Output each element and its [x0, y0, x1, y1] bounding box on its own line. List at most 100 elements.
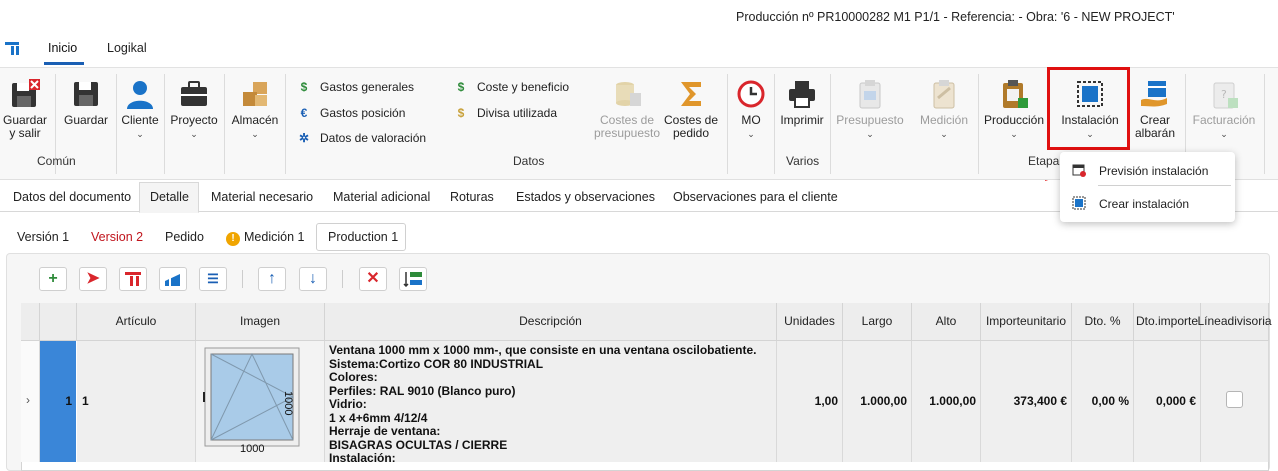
header-unidades[interactable]: Unidades [777, 303, 843, 341]
gastos-posicion-button[interactable]: € Gastos posición [296, 106, 406, 120]
label-line2: presupuesto [593, 126, 661, 140]
header-articulo[interactable]: Artículo [77, 303, 196, 341]
almacen-button[interactable]: Almacén ⌄ [228, 78, 282, 141]
label-line1: Guardar [2, 113, 48, 127]
version-tab-pedido[interactable]: Pedido [165, 230, 204, 244]
label-line2: pedido [672, 126, 710, 140]
guardar-y-salir-button[interactable]: Guardar y salir [2, 78, 48, 140]
logikal-button[interactable] [119, 267, 147, 291]
tab-observaciones-cliente[interactable]: Observaciones para el cliente [673, 190, 838, 204]
cell-unidades[interactable]: 1,00 [777, 341, 843, 462]
presupuesto-button[interactable]: Presupuesto ⌄ [834, 78, 906, 141]
move-down-button[interactable]: ↓ [299, 267, 327, 291]
header-pos [40, 303, 77, 341]
version-tab-version-1[interactable]: Versión 1 [17, 230, 69, 244]
tab-inicio[interactable]: Inicio [48, 41, 77, 55]
datos-valoracion-button[interactable]: ✲ Datos de valoración [296, 131, 426, 145]
delivery-hand-icon [1141, 81, 1167, 107]
delete-button[interactable]: ✕ [359, 267, 387, 291]
ribbon-separator [164, 74, 165, 174]
description-line: Vidrio: [329, 397, 367, 411]
cell-dto-importe[interactable]: 0,000 € [1134, 341, 1201, 462]
cell-importe-unitario[interactable]: 373,400 € [981, 341, 1072, 462]
header-alto[interactable]: Alto [912, 303, 981, 341]
boxes-icon [243, 82, 267, 106]
send-button[interactable]: ➤ [79, 267, 107, 291]
sort-icon [403, 272, 422, 288]
linea-divisoria-checkbox[interactable] [1226, 391, 1243, 408]
cell-descripcion[interactable]: Ventana 1000 mm x 1000 mm-, que consiste… [325, 341, 777, 462]
sort-button[interactable] [399, 267, 427, 291]
chevron-down-icon: ⌄ [747, 129, 755, 139]
plus-icon: + [48, 270, 58, 287]
version-tab-production-1[interactable]: Production 1 [328, 230, 398, 244]
ribbon-separator [116, 74, 117, 174]
menu-item-crear-instalacion[interactable]: Crear instalación [1060, 188, 1235, 218]
cell-dto-pct[interactable]: 0,00 % [1072, 341, 1134, 462]
svg-text:?: ? [1221, 88, 1227, 101]
crear-albaran-button[interactable]: Crear albarán [1130, 78, 1180, 140]
clock-icon [737, 80, 765, 108]
cell-articulo[interactable]: 1 [77, 341, 196, 462]
cell-alto[interactable]: 1.000,00 [912, 341, 981, 462]
gastos-generales-button[interactable]: $ Gastos generales [296, 80, 414, 94]
produccion-button[interactable]: Producción ⌄ [982, 78, 1046, 141]
app-logo-icon [5, 42, 19, 55]
header-dto-pct[interactable]: Dto. % [1072, 303, 1134, 341]
paper-plane-icon: ➤ [86, 270, 100, 287]
divisa-utilizada-button[interactable]: $ Divisa utilizada [453, 106, 557, 120]
tab-logikal[interactable]: Logikal [107, 41, 147, 55]
tab-material-adicional[interactable]: Material adicional [333, 190, 430, 204]
row-expander[interactable]: › [21, 341, 40, 462]
tab-roturas[interactable]: Roturas [450, 190, 494, 204]
header-descripcion[interactable]: Descripción [325, 303, 777, 341]
invoice-icon: ? [1213, 82, 1238, 109]
cliente-button[interactable]: Cliente ⌄ [118, 78, 162, 141]
datos-valoracion-label: Datos de valoración [320, 131, 427, 145]
header-imagen[interactable]: Imagen [196, 303, 325, 341]
menu-item-label: Crear instalación [1099, 197, 1190, 211]
label-line2: y salir [9, 126, 41, 140]
version-tab-version-2[interactable]: Version 2 [91, 230, 143, 244]
tab-detalle[interactable]: Detalle [150, 190, 189, 204]
imprimir-button[interactable]: Imprimir [777, 78, 827, 127]
medicion-button[interactable]: Medición ⌄ [914, 78, 974, 141]
label-line1: Crear [1139, 113, 1170, 127]
costes-presupuesto-button[interactable]: Costes de presupuesto [591, 78, 663, 140]
facturacion-button[interactable]: ? Facturación ⌄ [1188, 78, 1260, 141]
instalacion-dropdown-menu: Previsión instalación Crear instalación [1060, 152, 1235, 222]
tab-datos-documento[interactable]: Datos del documento [13, 190, 131, 204]
description-line: Perfiles: RAL 9010 (Blanco puro) [329, 383, 516, 398]
tab-material-necesario[interactable]: Material necesario [211, 190, 313, 204]
label-line2: albarán [1134, 126, 1176, 140]
toolbar-separator [342, 270, 343, 288]
costes-pedido-button[interactable]: Costes de pedido [661, 78, 721, 140]
guardar-button[interactable]: Guardar [62, 78, 110, 127]
header-largo[interactable]: Largo [843, 303, 912, 341]
dimension-height-label: 1000 [282, 391, 294, 416]
profile-button[interactable] [159, 267, 187, 291]
move-up-button[interactable]: ↑ [258, 267, 286, 291]
list-button[interactable]: ☰ [199, 267, 227, 291]
header-linea-divisoria[interactable]: Línea divisoria [1197, 303, 1272, 341]
ribbon-separator [1264, 74, 1265, 174]
chevron-down-icon: ⌄ [940, 129, 948, 139]
ribbon-separator [774, 74, 775, 174]
menu-item-label: Previsión instalación [1099, 164, 1209, 178]
cell-imagen[interactable]: 1000 1000 [196, 341, 325, 462]
table-row-selected-pos[interactable]: 1 [40, 341, 76, 462]
header-dto-importe[interactable]: Dto. importe [1134, 303, 1201, 341]
facturacion-label: Facturación [1192, 113, 1256, 127]
mo-button[interactable]: MO ⌄ [732, 78, 770, 141]
coste-beneficio-button[interactable]: $ Coste y beneficio [453, 80, 569, 94]
tab-estados-observaciones[interactable]: Estados y observaciones [516, 190, 655, 204]
proyecto-button[interactable]: Proyecto ⌄ [168, 78, 220, 141]
menu-item-prevision-instalacion[interactable]: Previsión instalación [1060, 155, 1235, 185]
version-tab-label: Medición 1 [244, 230, 305, 244]
add-line-button[interactable]: + [39, 267, 67, 291]
version-tab-medicion-1[interactable]: ! Medición 1 [226, 230, 304, 246]
chevron-down-icon: ⌄ [1220, 129, 1228, 139]
dimension-width-label: 1000 [240, 443, 265, 455]
cell-largo[interactable]: 1.000,00 [843, 341, 912, 462]
header-importe-unitario[interactable]: Importe unitario [981, 303, 1072, 341]
